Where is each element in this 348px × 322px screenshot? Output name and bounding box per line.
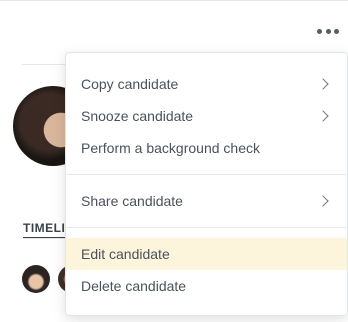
menu-item-delete-candidate[interactable]: Delete candidate (66, 270, 347, 302)
menu-item-label: Snooze candidate (81, 108, 194, 124)
menu-item-edit-candidate[interactable]: Edit candidate (66, 238, 347, 270)
menu-item-label: Share candidate (81, 193, 183, 209)
menu-item-label: Copy candidate (81, 76, 179, 92)
menu-divider (66, 227, 347, 228)
menu-item-label: Edit candidate (81, 246, 170, 262)
menu-item-label: Perform a background check (81, 140, 260, 156)
chevron-right-icon (317, 195, 329, 207)
candidate-actions-menu: Copy candidate Snooze candidate Perform … (65, 52, 348, 316)
menu-item-copy-candidate[interactable]: Copy candidate (66, 68, 347, 100)
menu-item-background-check[interactable]: Perform a background check (66, 132, 347, 164)
more-horizontal-icon (317, 28, 322, 34)
menu-item-snooze-candidate[interactable]: Snooze candidate (66, 100, 347, 132)
menu-divider (66, 174, 347, 175)
chevron-right-icon (317, 110, 329, 122)
top-divider (0, 0, 348, 1)
menu-item-share-candidate[interactable]: Share candidate (66, 185, 347, 217)
timeline-avatar (22, 265, 50, 293)
more-options-button[interactable] (317, 24, 339, 38)
menu-item-label: Delete candidate (81, 278, 187, 294)
tab-timeline[interactable]: TIMELI (23, 221, 65, 235)
chevron-right-icon (317, 78, 329, 90)
